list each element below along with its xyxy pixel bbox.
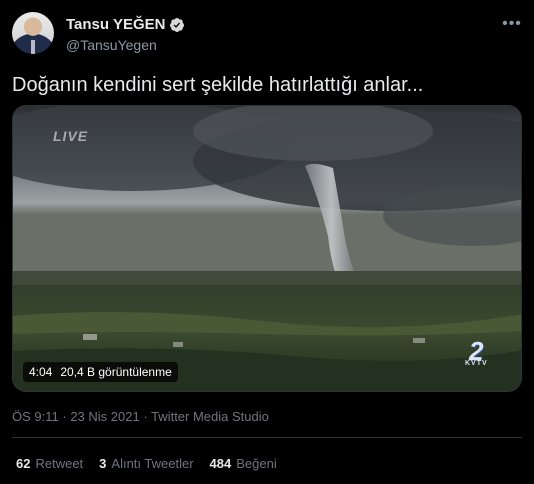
retweet-count: 62 [16,456,31,471]
divider [12,437,522,438]
tweet-metadata: ÖS 9:11 · 23 Nis 2021 · Twitter Media St… [12,409,269,424]
tweet-stats: 62 Retweet 3 Alıntı Tweetler 484 Beğeni [16,456,277,471]
tweet-text: Doğanın kendini sert şekilde hatırlattığ… [12,74,424,96]
quote-label: Alıntı Tweetler [111,456,194,471]
name-row: Tansu YEĞEN [66,16,185,33]
station-call-sign: KVTV [465,360,488,367]
video-view-count: 20,4 B görüntülenme [60,365,172,379]
quote-count: 3 [99,456,107,471]
like-label: Beğeni [236,456,277,471]
station-logo: 2 KVTV [465,336,499,370]
tweet-time[interactable]: ÖS 9:11 [12,409,59,424]
more-options-icon[interactable]: ••• [502,14,522,34]
tweet-header: Tansu YEĞEN @TansuYegen ••• [12,12,522,58]
meta-separator: · [62,409,67,424]
tweet-source[interactable]: Twitter Media Studio [151,409,269,424]
tweet-date[interactable]: 23 Nis 2021 [70,409,139,424]
like-count: 484 [209,456,232,471]
display-name[interactable]: Tansu YEĞEN [66,16,165,33]
like-stat[interactable]: 484 Beğeni [210,456,277,471]
live-overlay-text: LIVE [53,128,89,144]
video-duration-badge: 4:04 20,4 B görüntülenme [23,362,178,382]
verified-badge-icon [169,17,185,33]
tornado-scene [13,106,521,391]
video-player[interactable]: LIVE 2 KVTV 4:04 20,4 B görüntülenme [12,105,522,392]
user-handle[interactable]: @TansuYegen [66,37,157,53]
retweet-stat[interactable]: 62 Retweet [16,456,83,471]
meta-separator: · [143,409,148,424]
quote-stat[interactable]: 3 Alıntı Tweetler [99,456,193,471]
retweet-label: Retweet [35,456,84,471]
video-duration: 4:04 [29,365,53,379]
avatar[interactable] [12,12,54,54]
